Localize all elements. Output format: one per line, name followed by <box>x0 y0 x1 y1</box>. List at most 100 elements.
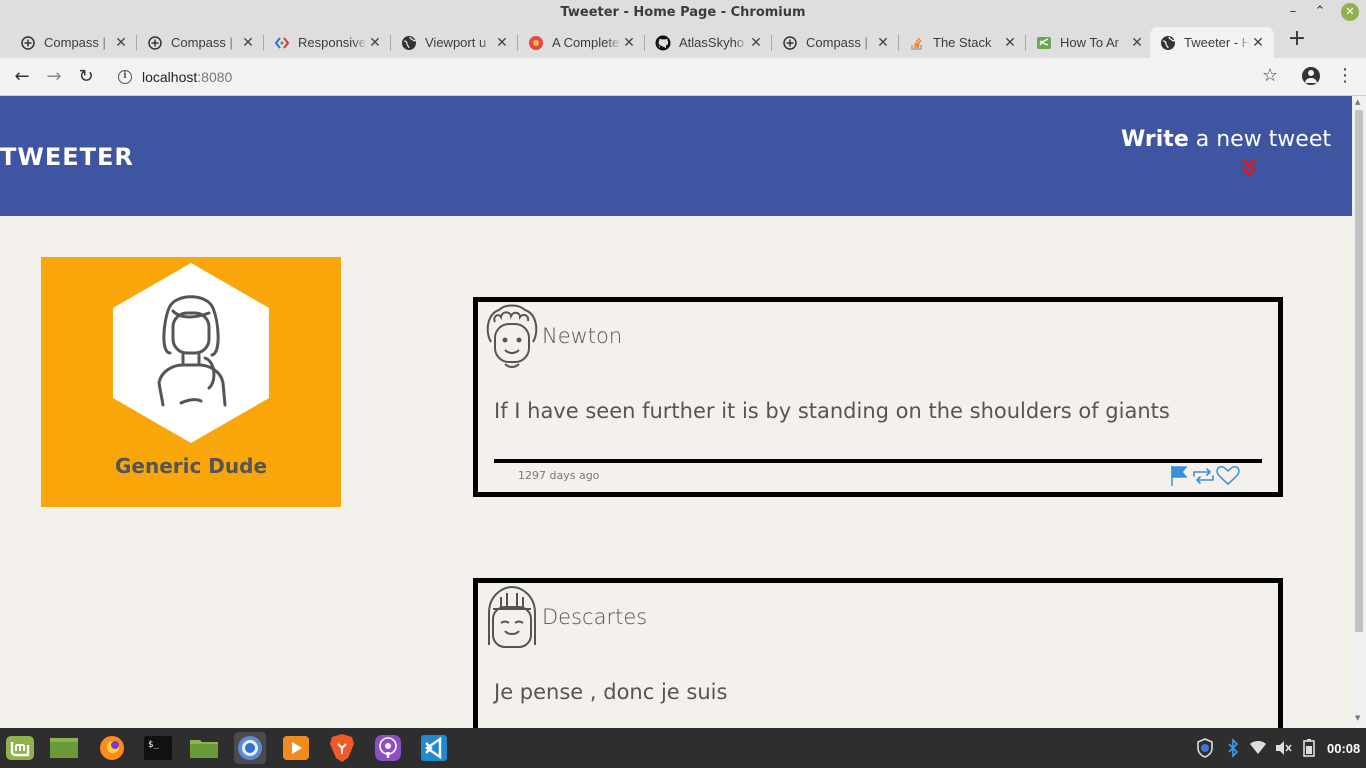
compose-tweet-toggle[interactable]: Write a new tweet <box>1121 127 1331 152</box>
stackoverflow-icon <box>909 35 925 51</box>
media-player-icon[interactable] <box>280 732 312 764</box>
tweet-card: Newton If I have seen further it is by s… <box>473 297 1283 497</box>
tab-label: A Complete <box>552 35 620 50</box>
terminal-icon[interactable]: $_ <box>142 732 174 764</box>
new-tab-button[interactable]: + <box>1286 28 1308 51</box>
compose-label-bold: Write <box>1121 127 1189 152</box>
tweet-actions <box>1171 466 1240 486</box>
compass-globe-icon <box>147 35 163 51</box>
tab-label: Compass | <box>171 35 233 50</box>
tweet-author[interactable]: Descartes <box>542 605 647 629</box>
forward-button[interactable]: → <box>42 65 66 89</box>
menu-icon[interactable]: ⋮ <box>1336 65 1354 86</box>
tweet-text: Je pense , donc je suis <box>494 680 728 704</box>
css-tricks-icon <box>528 35 544 51</box>
page-scrollbar[interactable]: ▲ ▼ <box>1352 96 1366 728</box>
tab-complete-guide[interactable]: A Complete ✕ <box>518 27 645 58</box>
scroll-down-icon[interactable]: ▼ <box>1355 714 1360 722</box>
compose-label-rest: a new tweet <box>1188 127 1331 152</box>
tab-github[interactable]: AtlasSkyho ✕ <box>645 27 772 58</box>
svg-text:$_: $_ <box>148 740 159 750</box>
scrollbar-thumb[interactable] <box>1355 110 1363 632</box>
tab-label: The Stack <box>933 35 992 50</box>
maximize-button[interactable]: ⌃ <box>1311 3 1329 21</box>
wifi-icon[interactable] <box>1249 738 1267 758</box>
girl-avatar-icon <box>488 585 536 648</box>
sass-icon <box>1036 35 1052 51</box>
desktop-icon[interactable] <box>48 732 80 764</box>
compass-globe-icon <box>782 35 798 51</box>
window-title: Tweeter - Home Page - Chromium <box>560 5 806 20</box>
close-icon[interactable]: ✕ <box>1250 34 1266 51</box>
window-titlebar: Tweeter - Home Page - Chromium – ⌃ ✕ <box>0 0 1366 26</box>
tab-viewport[interactable]: Viewport u ✕ <box>391 27 518 58</box>
bookmark-star-icon[interactable]: ☆ <box>1262 65 1278 86</box>
close-icon[interactable]: ✕ <box>367 34 383 51</box>
chromium-icon[interactable] <box>234 732 266 764</box>
close-icon[interactable]: ✕ <box>621 34 637 51</box>
shield-update-icon[interactable] <box>1196 738 1214 758</box>
tab-label: How To Ar <box>1060 35 1120 50</box>
vscode-icon[interactable] <box>418 732 450 764</box>
tweet-text: If I have seen further it is by standing… <box>494 399 1170 423</box>
tab-tweeter-active[interactable]: Tweeter - H ✕ <box>1150 27 1274 58</box>
podcasts-icon[interactable] <box>372 732 404 764</box>
tab-label: Responsive <box>298 35 366 50</box>
tweet-divider <box>494 459 1262 463</box>
github-icon <box>655 35 671 51</box>
back-button[interactable]: ← <box>10 65 34 89</box>
minimize-button[interactable]: – <box>1284 3 1302 21</box>
tab-responsive[interactable]: Responsive ✕ <box>264 27 391 58</box>
desktop-taskbar: $_ 00:08 <box>0 728 1366 768</box>
tab-label: Compass | <box>806 35 868 50</box>
scroll-up-icon[interactable]: ▲ <box>1355 98 1360 106</box>
address-bar[interactable]: i localhost :8080 <box>108 63 1288 91</box>
tab-stackoverflow[interactable]: The Stack ✕ <box>899 27 1026 58</box>
tab-strip: Compass | ✕ Compass | ✕ Responsive ✕ Vie… <box>0 24 1366 58</box>
browser-toolbar: ← → ↻ i localhost :8080 ☆ ⋮ <box>0 58 1366 96</box>
tweet-card: Descartes Je pense , donc je suis <box>473 578 1283 728</box>
brave-icon[interactable] <box>326 732 358 764</box>
tweet-timestamp: 1297 days ago <box>518 469 600 482</box>
clock[interactable]: 00:08 <box>1327 741 1360 756</box>
tab-how-to[interactable]: How To Ar ✕ <box>1026 27 1153 58</box>
close-icon[interactable]: ✕ <box>1002 34 1018 51</box>
devtools-icon <box>274 35 290 51</box>
double-chevron-down-icon[interactable] <box>1240 157 1258 181</box>
firefox-icon[interactable] <box>96 732 128 764</box>
retweet-icon[interactable] <box>1193 468 1214 484</box>
close-icon[interactable]: ✕ <box>240 34 256 51</box>
volume-muted-icon[interactable] <box>1274 738 1292 758</box>
close-icon[interactable]: ✕ <box>748 34 764 51</box>
profile-avatar <box>113 263 269 443</box>
reload-button[interactable]: ↻ <box>74 65 98 89</box>
curly-hair-avatar-icon <box>486 304 538 368</box>
tab-label: Tweeter - H <box>1184 35 1250 50</box>
bluetooth-icon[interactable] <box>1224 738 1242 758</box>
close-window-button[interactable]: ✕ <box>1341 3 1359 21</box>
tab-label: Viewport u <box>425 35 487 50</box>
tab-compass-2[interactable]: Compass | ✕ <box>137 27 264 58</box>
close-icon[interactable]: ✕ <box>494 34 510 51</box>
close-icon[interactable]: ✕ <box>875 34 891 51</box>
battery-icon[interactable] <box>1300 738 1318 758</box>
tweet-author[interactable]: Newton <box>542 324 622 348</box>
compass-globe-icon <box>20 35 36 51</box>
globe-icon <box>401 35 417 51</box>
tab-label: AtlasSkyho <box>679 35 745 50</box>
url-host: localhost <box>142 69 198 85</box>
mint-menu-icon[interactable] <box>4 732 36 764</box>
flag-icon[interactable] <box>1171 466 1188 486</box>
profile-icon[interactable] <box>1302 67 1320 85</box>
tab-compass-3[interactable]: Compass | ✕ <box>772 27 899 58</box>
profile-card: Generic Dude <box>41 257 341 507</box>
page-viewport: TWEETER Write a new tweet Generic Dude N… <box>0 96 1352 728</box>
tab-compass-1[interactable]: Compass | ✕ <box>10 27 137 58</box>
info-icon[interactable]: i <box>118 70 132 84</box>
close-icon[interactable]: ✕ <box>113 34 129 51</box>
globe-icon <box>1160 35 1176 51</box>
close-icon[interactable]: ✕ <box>1129 34 1145 51</box>
heart-icon[interactable] <box>1216 466 1240 485</box>
site-brand[interactable]: TWEETER <box>0 143 134 171</box>
files-icon[interactable] <box>188 732 220 764</box>
